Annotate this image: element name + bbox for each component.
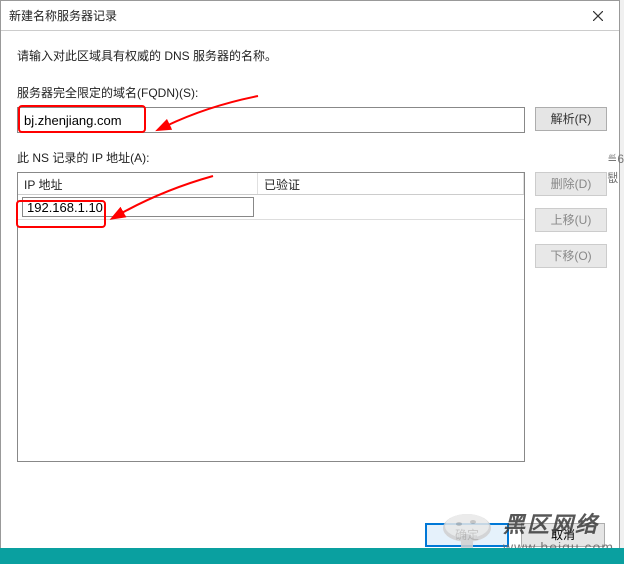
- ip-address-input[interactable]: [22, 197, 254, 217]
- ip-side-buttons: 删除(D) 上移(U) 下移(O): [535, 172, 607, 268]
- ip-label: 此 NS 记录的 IP 地址(A):: [17, 149, 607, 166]
- close-button[interactable]: [577, 1, 619, 31]
- ip-section: IP 地址 已验证 删除(D) 上移(U) 下移(O): [17, 172, 607, 505]
- ip-table-header: IP 地址 已验证: [18, 173, 524, 195]
- dialog-window: 新建名称服务器记录 请输入对此区域具有权威的 DNS 服务器的名称。 服务器完全…: [0, 0, 620, 560]
- move-up-button[interactable]: 上移(U): [535, 208, 607, 232]
- dialog-content: 请输入对此区域具有权威的 DNS 服务器的名称。 服务器完全限定的域名(FQDN…: [1, 31, 619, 513]
- right-edge-hints: ≝6 퇪: [607, 150, 624, 188]
- watermark-main: 黑区网络: [503, 512, 614, 538]
- window-title: 新建名称服务器记录: [9, 7, 117, 24]
- fqdn-row: 解析(R): [17, 107, 607, 133]
- ip-table: IP 地址 已验证: [17, 172, 525, 462]
- taskbar-fragment: [0, 548, 624, 564]
- ip-input-row: [18, 195, 524, 220]
- ip-header-address[interactable]: IP 地址: [18, 173, 258, 194]
- resolve-button[interactable]: 解析(R): [535, 107, 607, 131]
- edge-hint-1: ≝6: [607, 150, 624, 169]
- edge-hint-2: 퇪: [607, 169, 624, 188]
- close-icon: [593, 11, 603, 21]
- ip-header-verified[interactable]: 已验证: [258, 173, 524, 194]
- ip-verified-cell: [258, 195, 524, 219]
- move-down-button[interactable]: 下移(O): [535, 244, 607, 268]
- instruction-text: 请输入对此区域具有权威的 DNS 服务器的名称。: [17, 47, 607, 64]
- fqdn-label: 服务器完全限定的域名(FQDN)(S):: [17, 84, 607, 101]
- ip-input-cell: [18, 195, 258, 219]
- fqdn-input[interactable]: [17, 107, 525, 133]
- titlebar: 新建名称服务器记录: [1, 1, 619, 31]
- delete-button[interactable]: 删除(D): [535, 172, 607, 196]
